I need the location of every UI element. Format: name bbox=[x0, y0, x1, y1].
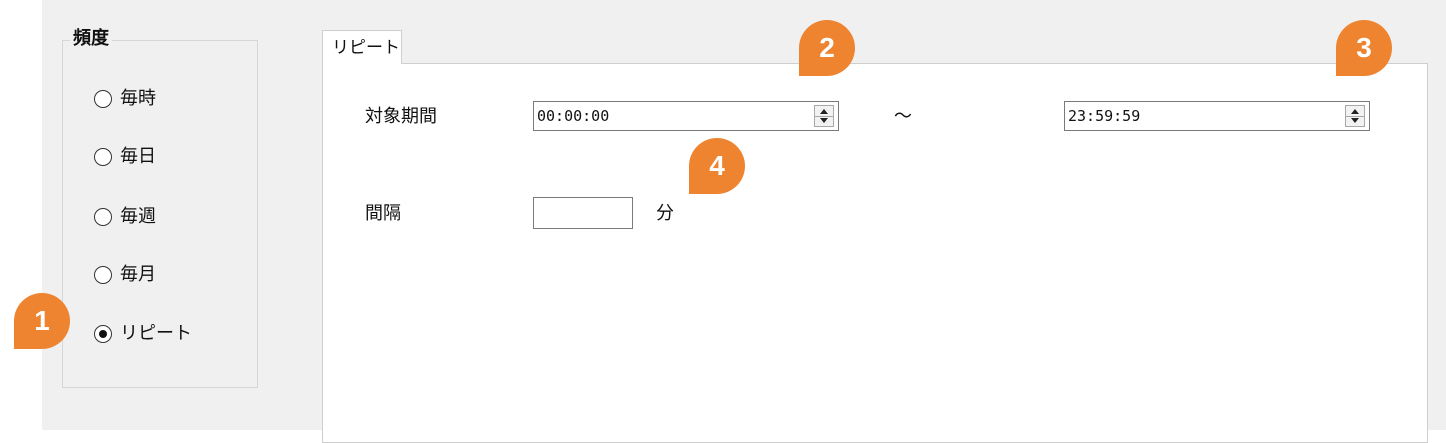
end-time-spinner[interactable] bbox=[1345, 105, 1365, 127]
tab-repeat-label: リピート bbox=[332, 38, 400, 58]
radio-button[interactable] bbox=[94, 90, 112, 108]
radio-button[interactable] bbox=[94, 208, 112, 226]
spin-down-icon bbox=[1351, 118, 1359, 123]
interval-unit: 分 bbox=[656, 203, 674, 224]
start-time-value: 00:00:00 bbox=[537, 107, 610, 125]
radio-label: リピート bbox=[120, 323, 192, 344]
start-time-spinner[interactable] bbox=[814, 105, 834, 127]
callout-number: 1 bbox=[34, 305, 50, 336]
radio-label: 毎時 bbox=[120, 88, 156, 109]
interval-label: 間隔 bbox=[365, 203, 401, 224]
callout-marker-1: 1 bbox=[14, 293, 70, 349]
radio-hourly[interactable]: 毎時 bbox=[94, 87, 156, 111]
radio-button[interactable] bbox=[94, 148, 112, 166]
radio-daily[interactable]: 毎日 bbox=[94, 145, 156, 169]
callout-marker-2: 2 bbox=[799, 20, 855, 76]
radio-label: 毎週 bbox=[120, 206, 156, 227]
radio-label: 毎日 bbox=[120, 146, 156, 167]
callout-number: 3 bbox=[1356, 32, 1372, 63]
end-time-value: 23:59:59 bbox=[1068, 107, 1141, 125]
period-label: 対象期間 bbox=[365, 106, 437, 127]
radio-label: 毎月 bbox=[120, 264, 156, 285]
interval-input[interactable] bbox=[533, 197, 633, 229]
callout-marker-4: 4 bbox=[689, 138, 745, 194]
callout-number: 2 bbox=[819, 32, 835, 63]
callout-number: 4 bbox=[709, 150, 725, 181]
spin-up-icon bbox=[820, 109, 828, 114]
radio-button[interactable] bbox=[94, 266, 112, 284]
spin-divider bbox=[1346, 116, 1364, 117]
start-time-picker[interactable]: 00:00:00 bbox=[533, 101, 839, 131]
radio-weekly[interactable]: 毎週 bbox=[94, 205, 156, 229]
radio-monthly[interactable]: 毎月 bbox=[94, 263, 156, 287]
spin-divider bbox=[815, 116, 833, 117]
frequency-group-title: 頻度 bbox=[70, 28, 112, 50]
spin-up-icon bbox=[1351, 109, 1359, 114]
period-separator: ～ bbox=[894, 106, 912, 127]
radio-button-selected[interactable] bbox=[94, 325, 112, 343]
radio-repeat[interactable]: リピート bbox=[94, 322, 192, 346]
spin-down-icon bbox=[820, 118, 828, 123]
callout-marker-3: 3 bbox=[1336, 20, 1392, 76]
end-time-picker[interactable]: 23:59:59 bbox=[1064, 101, 1370, 131]
